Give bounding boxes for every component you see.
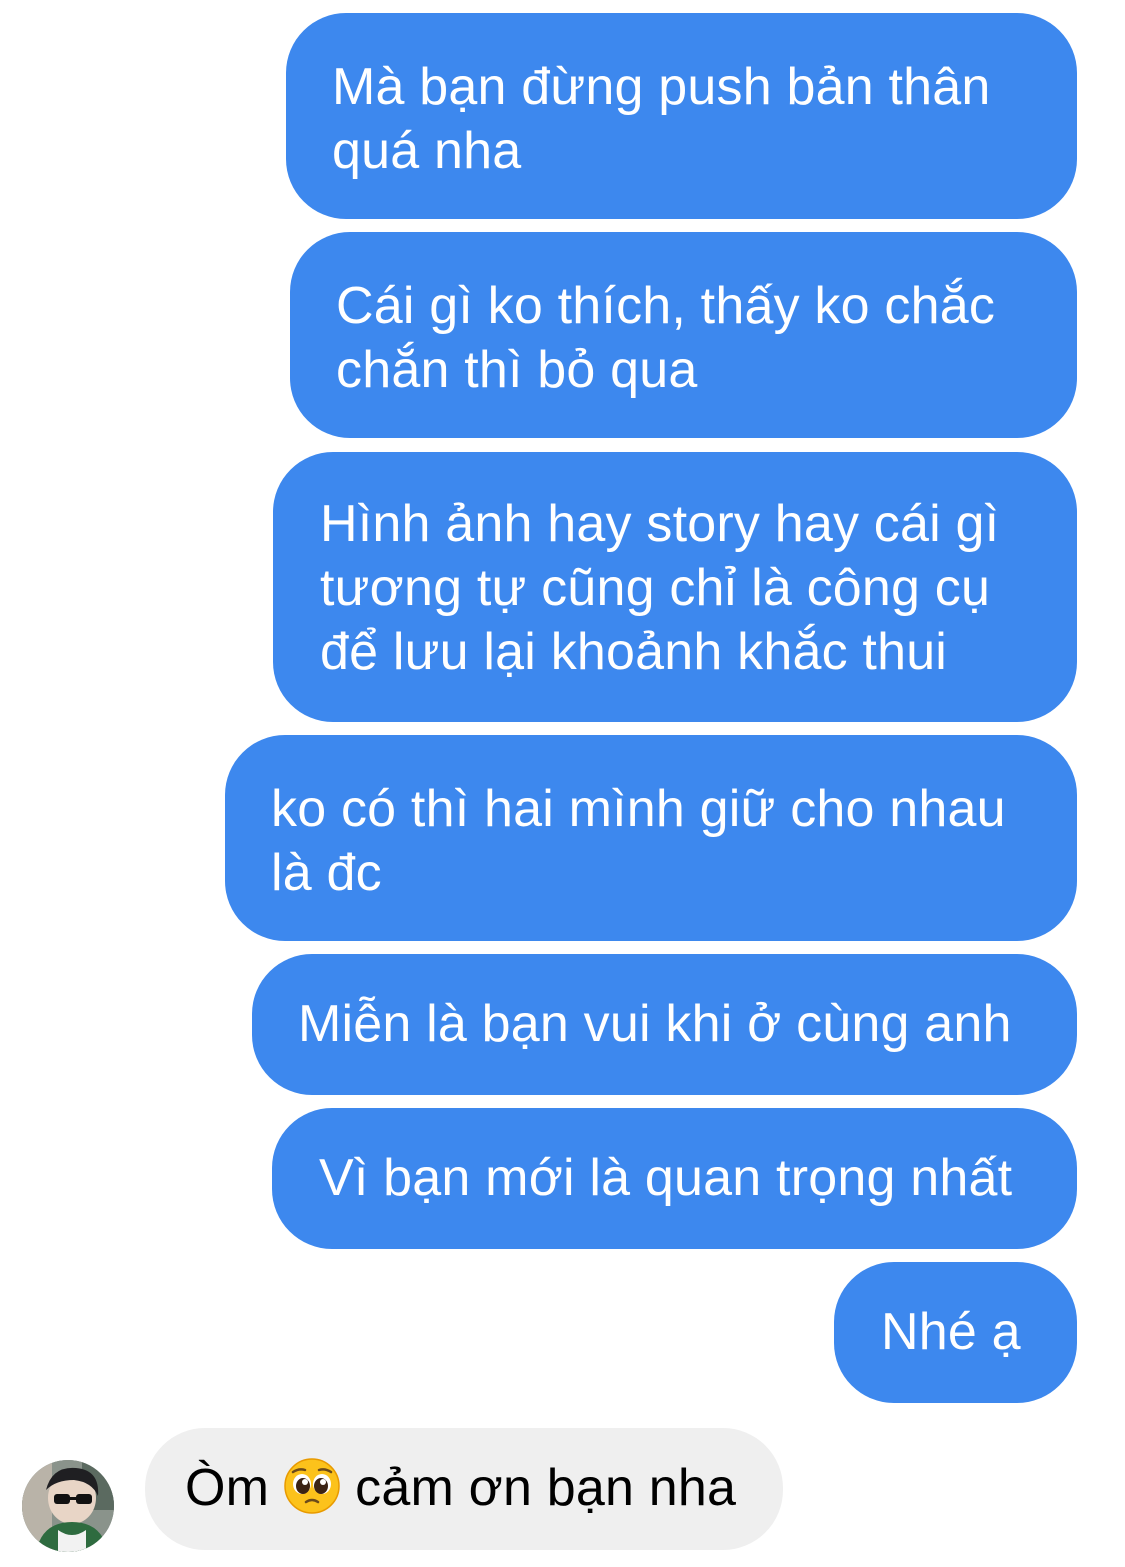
outgoing-message[interactable]: Miễn là bạn vui khi ở cùng anh	[252, 954, 1077, 1095]
message-line: Nhé ạ	[881, 1303, 1021, 1361]
message-line: Hình ảnh hay story hay cái gì	[320, 495, 1000, 553]
message-text-before: Òm	[185, 1459, 270, 1517]
avatar-photo	[22, 1460, 114, 1552]
message-line: để lưu lại khoảnh khắc thui	[320, 623, 948, 681]
message-line: ko có thì hai mình giữ cho nhau	[271, 780, 1006, 838]
pleading-face-emoji-icon	[283, 1457, 341, 1515]
message-thread: Mà bạn đừng push bản thân quá nha Cái gì…	[0, 0, 1125, 1567]
message-line: tương tự cũng chỉ là công cụ	[320, 559, 991, 617]
outgoing-message[interactable]: Vì bạn mới là quan trọng nhất	[272, 1108, 1077, 1249]
message-text-after: cảm ơn bạn nha	[355, 1459, 737, 1517]
contact-avatar[interactable]	[22, 1460, 114, 1552]
message-line: chắn thì bỏ qua	[336, 341, 698, 399]
outgoing-message[interactable]: Cái gì ko thích, thấy ko chắc chắn thì b…	[290, 232, 1077, 438]
message-line: Vì bạn mới là quan trọng nhất	[319, 1149, 1013, 1207]
outgoing-message[interactable]: ko có thì hai mình giữ cho nhau là đc	[225, 735, 1077, 941]
message-line: Mà bạn đừng push bản thân	[332, 58, 991, 116]
message-line: Miễn là bạn vui khi ở cùng anh	[298, 995, 1012, 1053]
outgoing-message[interactable]: Mà bạn đừng push bản thân quá nha	[286, 13, 1077, 219]
message-line: Cái gì ko thích, thấy ko chắc	[336, 277, 996, 335]
message-line: quá nha	[332, 122, 522, 180]
outgoing-message[interactable]: Hình ảnh hay story hay cái gì tương tự c…	[273, 452, 1077, 722]
incoming-message[interactable]: Òm cảm ơn bạn nha	[145, 1428, 783, 1550]
message-line: là đc	[271, 844, 382, 902]
outgoing-message[interactable]: Nhé ạ	[834, 1262, 1077, 1403]
